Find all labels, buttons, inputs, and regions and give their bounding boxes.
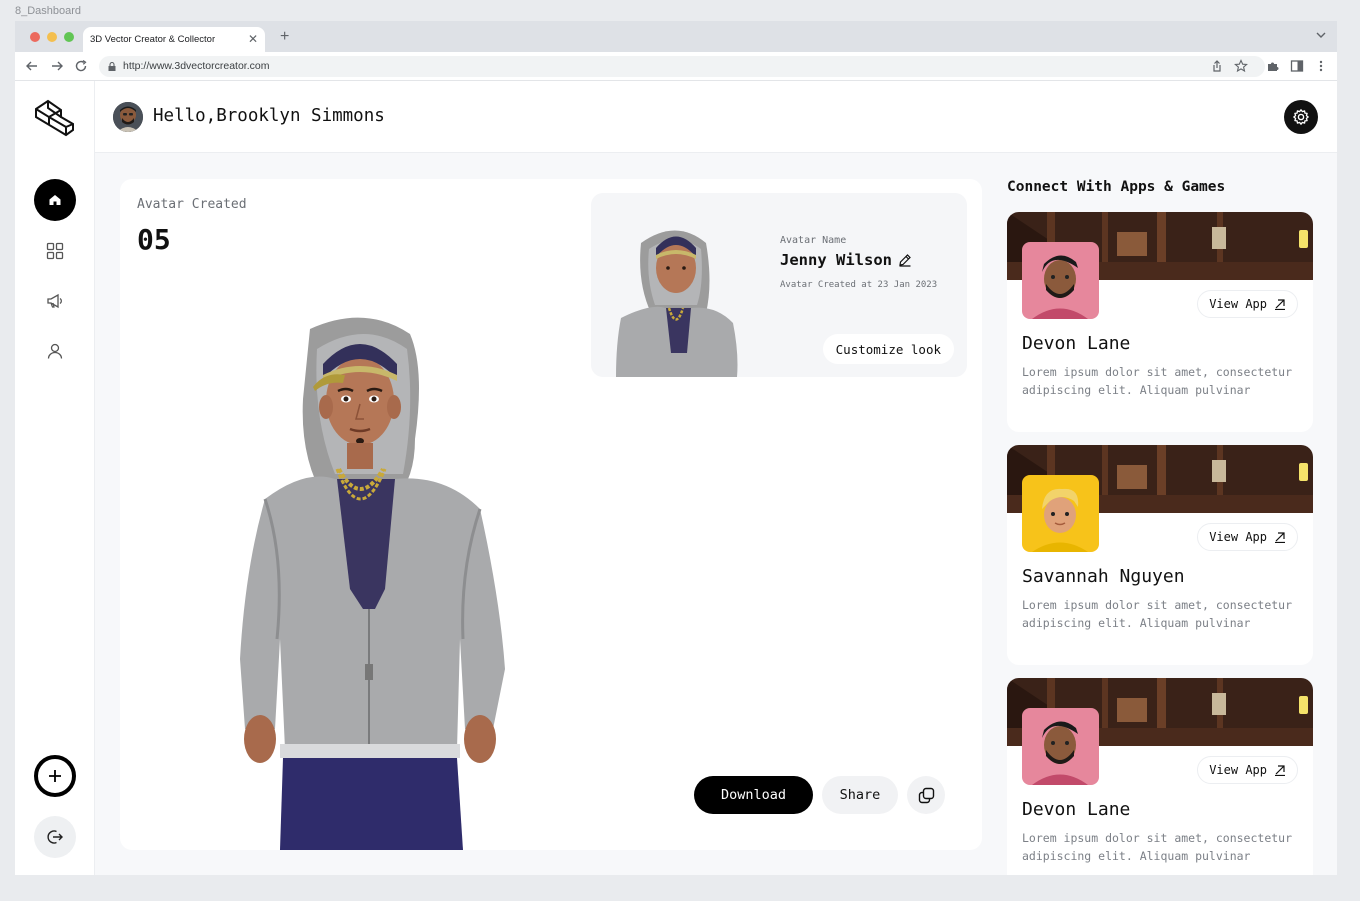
logout-button[interactable] <box>34 816 76 858</box>
tab-close-icon[interactable]: ✕ <box>248 32 258 46</box>
grid-icon <box>46 242 64 260</box>
frame-label: 8_Dashboard <box>15 5 82 17</box>
url-field[interactable]: http://www.3dvectorcreator.com <box>99 56 1265 77</box>
sidebar-item-profile[interactable] <box>34 330 76 372</box>
app-description: Lorem ipsum dolor sit amet, consectetur … <box>1022 598 1293 630</box>
avatar-thumbnail <box>616 230 738 377</box>
avatar-name-row: Jenny Wilson <box>780 251 912 269</box>
avatar-info-card: Avatar Name Jenny Wilson Avatar Created … <box>591 193 967 377</box>
bookmark-star-icon[interactable] <box>1234 59 1248 73</box>
customize-look-button[interactable]: Customize look <box>822 334 954 364</box>
app-thumbnail <box>1022 475 1099 552</box>
logout-icon <box>47 830 63 844</box>
sidebar <box>15 81 95 875</box>
browser-window: 3D Vector Creator & Collector ✕ + http:/… <box>15 21 1337 875</box>
greeting-text: Hello,Brooklyn Simmons <box>153 106 385 126</box>
tab-title: 3D Vector Creator & Collector <box>90 34 216 45</box>
browser-tabbar: 3D Vector Creator & Collector ✕ + <box>15 21 1337 52</box>
app-description: Lorem ipsum dolor sit amet, consectetur … <box>1022 365 1293 397</box>
home-icon <box>49 195 61 205</box>
app-name: Savannah Nguyen <box>1022 566 1185 587</box>
window-controls <box>30 32 74 42</box>
lock-icon <box>108 62 116 71</box>
url-text: http://www.3dvectorcreator.com <box>123 60 270 72</box>
app-name: Devon Lane <box>1022 333 1131 354</box>
view-app-button[interactable]: View App <box>1197 756 1298 784</box>
back-arrow-icon[interactable] <box>25 59 39 73</box>
user-icon <box>47 343 63 359</box>
app-character-image <box>1022 475 1099 552</box>
avatar-name: Jenny Wilson <box>780 251 892 269</box>
browser-tab[interactable]: 3D Vector Creator & Collector ✕ <box>83 27 265 52</box>
forward-arrow-icon[interactable] <box>50 59 64 73</box>
avatar-main-card: Avatar Created 05 Avatar Name Jenny Wils… <box>120 179 982 850</box>
sidebar-item-announcements[interactable] <box>34 280 76 322</box>
avatar-created-count: 05 <box>137 223 171 256</box>
browser-menu-icon[interactable] <box>1314 59 1328 73</box>
extensions-puzzle-icon[interactable] <box>1266 59 1280 73</box>
app-card: View App Devon Lane Lorem ipsum dolor si… <box>1007 678 1313 875</box>
settings-button[interactable] <box>1284 100 1318 134</box>
external-arrow-icon <box>1275 532 1285 543</box>
app-character-image <box>1022 242 1099 319</box>
external-arrow-icon <box>1275 765 1285 776</box>
share-button[interactable]: Share <box>822 776 898 814</box>
minimize-window-dot[interactable] <box>47 32 57 42</box>
apps-section-title: Connect With Apps & Games <box>1007 179 1226 195</box>
close-window-dot[interactable] <box>30 32 40 42</box>
view-app-label: View App <box>1209 763 1267 777</box>
app-description: Lorem ipsum dolor sit amet, consectetur … <box>1022 831 1293 863</box>
app-name: Devon Lane <box>1022 799 1131 820</box>
view-app-label: View App <box>1209 530 1267 544</box>
new-tab-icon[interactable]: + <box>280 28 289 46</box>
view-app-button[interactable]: View App <box>1197 523 1298 551</box>
app-thumbnail <box>1022 242 1099 319</box>
plus-icon <box>49 770 61 782</box>
user-avatar[interactable] <box>113 102 143 132</box>
avatar-3d-figure[interactable] <box>225 309 515 850</box>
share-page-icon[interactable] <box>1210 59 1224 73</box>
avatar-name-label: Avatar Name <box>780 235 847 246</box>
side-panel-icon[interactable] <box>1290 59 1304 73</box>
app-character-image <box>1022 708 1099 785</box>
avatar-created-date: Avatar Created at 23 Jan 2023 <box>780 280 938 290</box>
sidebar-item-home[interactable] <box>34 179 76 221</box>
user-avatar-image <box>113 102 143 132</box>
app-card: View App Savannah Nguyen Lorem ipsum dol… <box>1007 445 1313 665</box>
megaphone-icon <box>47 293 62 309</box>
copy-icon <box>918 787 934 803</box>
app-thumbnail <box>1022 708 1099 785</box>
app-card: View App Devon Lane Lorem ipsum dolor si… <box>1007 212 1313 432</box>
app-content: Hello,Brooklyn Simmons Avatar Created 05 <box>15 81 1337 875</box>
external-arrow-icon <box>1275 299 1285 310</box>
app-logo-icon[interactable] <box>33 97 77 139</box>
copy-button[interactable] <box>907 776 945 814</box>
view-app-label: View App <box>1209 297 1267 311</box>
gear-icon <box>1293 109 1309 125</box>
view-app-button[interactable]: View App <box>1197 290 1298 318</box>
top-header: Hello,Brooklyn Simmons <box>95 81 1337 153</box>
maximize-window-dot[interactable] <box>64 32 74 42</box>
download-button[interactable]: Download <box>694 776 813 814</box>
edit-pencil-icon[interactable] <box>898 253 912 267</box>
avatar-created-label: Avatar Created <box>137 197 247 212</box>
tab-list-chevron-icon[interactable] <box>1315 29 1327 41</box>
create-avatar-button[interactable] <box>34 755 76 797</box>
sidebar-item-dashboard[interactable] <box>34 230 76 272</box>
reload-icon[interactable] <box>74 59 88 73</box>
address-bar: http://www.3dvectorcreator.com <box>15 52 1337 81</box>
